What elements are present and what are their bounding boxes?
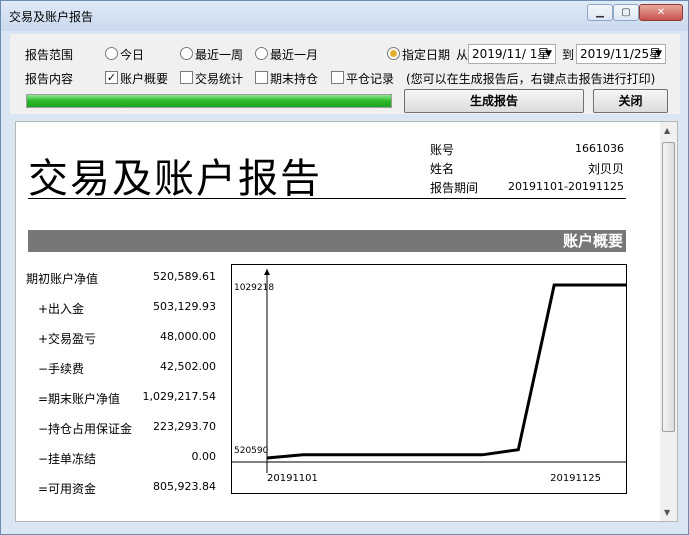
equity-chart: 1029218 520590 20191101 20191125: [231, 264, 627, 494]
title-divider: [28, 198, 626, 199]
chevron-down-icon[interactable]: ▼: [655, 45, 662, 63]
info-value-period: 20191101-20191125: [508, 180, 624, 193]
summary-label: −手续费: [38, 362, 85, 376]
options-panel: 报告范围 今日 最近一周 最近一月 指定日期 从 2019/11/ 1星 ▼ 到…: [10, 34, 680, 114]
progress-bar: [26, 94, 392, 108]
maximize-button[interactable]: ▢: [613, 4, 639, 21]
chevron-down-icon[interactable]: ▼: [545, 45, 552, 63]
close-button[interactable]: 关闭: [593, 89, 668, 113]
radio-last-week-label[interactable]: 最近一周: [195, 46, 243, 63]
scrollbar-thumb[interactable]: [662, 142, 675, 432]
check-close-records[interactable]: [331, 71, 344, 84]
info-value-account: 1661036: [575, 142, 624, 155]
from-label: 从: [456, 48, 469, 62]
radio-last-month[interactable]: [255, 47, 268, 60]
from-date-picker[interactable]: 2019/11/ 1星 ▼: [468, 44, 556, 64]
check-trade-stats-label[interactable]: 交易统计: [195, 70, 243, 87]
summary-label: 期初账户净值: [26, 272, 99, 286]
summary-value: 503,129.93: [153, 300, 216, 313]
scroll-down-icon[interactable]: ▼: [664, 508, 670, 517]
summary-row: +交易盈亏 48,000.00: [26, 330, 216, 346]
radio-today[interactable]: [105, 47, 118, 60]
summary-row: =可用资金 805,923.84: [26, 480, 216, 496]
content-label: 报告内容: [25, 72, 74, 86]
x-tick-label: 20191101: [267, 473, 318, 484]
summary-value: 520,589.61: [153, 270, 216, 283]
x-tick-label: 20191125: [550, 473, 601, 484]
summary-value: 1,029,217.54: [142, 390, 216, 403]
to-date-value: 2019/11/25星: [580, 47, 662, 61]
info-value-name: 刘贝贝: [587, 162, 624, 176]
to-date-picker[interactable]: 2019/11/25星 ▼: [576, 44, 666, 64]
radio-today-label[interactable]: 今日: [120, 46, 144, 63]
report-window: 交易及账户报告 ▁ ▢ ✕ 报告范围 今日 最近一周 最近一月 指定日期 从 2…: [0, 0, 689, 535]
radio-custom-date[interactable]: [387, 47, 400, 60]
series-line: [266, 283, 626, 460]
window-title: 交易及账户报告: [9, 10, 94, 24]
progress-fill: [27, 95, 391, 107]
summary-row: −挂单冻结 0.00: [26, 450, 216, 466]
minimize-button[interactable]: ▁: [587, 4, 613, 21]
summary-label: =可用资金: [38, 482, 97, 496]
radio-last-week[interactable]: [180, 47, 193, 60]
print-hint: (您可以在生成报告后，右键点击报告进行打印): [406, 72, 656, 86]
summary-value: 42,502.00: [160, 360, 216, 373]
info-label-name: 姓名: [430, 162, 455, 176]
info-label-period: 报告期间: [430, 181, 479, 195]
report-title: 交易及账户报告: [28, 156, 322, 202]
check-close-records-label[interactable]: 平仓记录: [346, 70, 394, 87]
summary-value: 805,923.84: [153, 480, 216, 493]
summary-value: 0.00: [191, 450, 217, 463]
y-axis-arrow: [264, 269, 270, 275]
check-ending-positions-label[interactable]: 期末持仓: [270, 70, 318, 87]
generate-report-button[interactable]: 生成报告: [404, 89, 584, 113]
summary-label: −持仓占用保证金: [38, 422, 133, 436]
check-account-summary[interactable]: ✓: [105, 71, 118, 84]
close-window-button[interactable]: ✕: [639, 4, 683, 21]
summary-label: +出入金: [38, 302, 85, 316]
close-icon: ✕: [656, 7, 666, 18]
radio-custom-date-label[interactable]: 指定日期: [402, 46, 450, 63]
summary-row: −手续费 42,502.00: [26, 360, 216, 376]
summary-row: =期末账户净值 1,029,217.54: [26, 390, 216, 406]
summary-label: −挂单冻结: [38, 452, 97, 466]
summary-row: −持仓占用保证金 223,293.70: [26, 420, 216, 436]
minimize-icon: ▁: [596, 7, 604, 18]
scroll-up-icon[interactable]: ▲: [664, 126, 670, 135]
summary-row: +出入金 503,129.93: [26, 300, 216, 316]
vertical-scrollbar[interactable]: ▲ ▼: [660, 122, 677, 521]
check-account-summary-label[interactable]: 账户概要: [120, 70, 168, 87]
summary-value: 223,293.70: [153, 420, 216, 433]
title-bar[interactable]: 交易及账户报告 ▁ ▢ ✕: [1, 1, 688, 31]
summary-label: +交易盈亏: [38, 332, 97, 346]
from-date-value: 2019/11/ 1星: [472, 47, 550, 61]
range-label: 报告范围: [25, 48, 74, 62]
summary-value: 48,000.00: [160, 330, 216, 343]
equity-chart-svg: 1029218 520590 20191101 20191125: [232, 269, 627, 484]
to-label: 到: [562, 48, 575, 62]
check-trade-stats[interactable]: [180, 71, 193, 84]
radio-last-month-label[interactable]: 最近一月: [270, 46, 318, 63]
maximize-icon: ▢: [621, 7, 631, 18]
section-header: 账户概要: [28, 230, 626, 252]
y-tick-label: 1029218: [234, 283, 274, 293]
y-tick-label: 520590: [234, 446, 269, 456]
report-view[interactable]: 交易及账户报告 账号 1661036 姓名 刘贝贝 报告期间 20191101-…: [15, 121, 678, 522]
check-ending-positions[interactable]: [255, 71, 268, 84]
summary-row: 期初账户净值 520,589.61: [26, 270, 216, 286]
summary-label: =期末账户净值: [38, 392, 121, 406]
info-label-account: 账号: [430, 143, 455, 157]
